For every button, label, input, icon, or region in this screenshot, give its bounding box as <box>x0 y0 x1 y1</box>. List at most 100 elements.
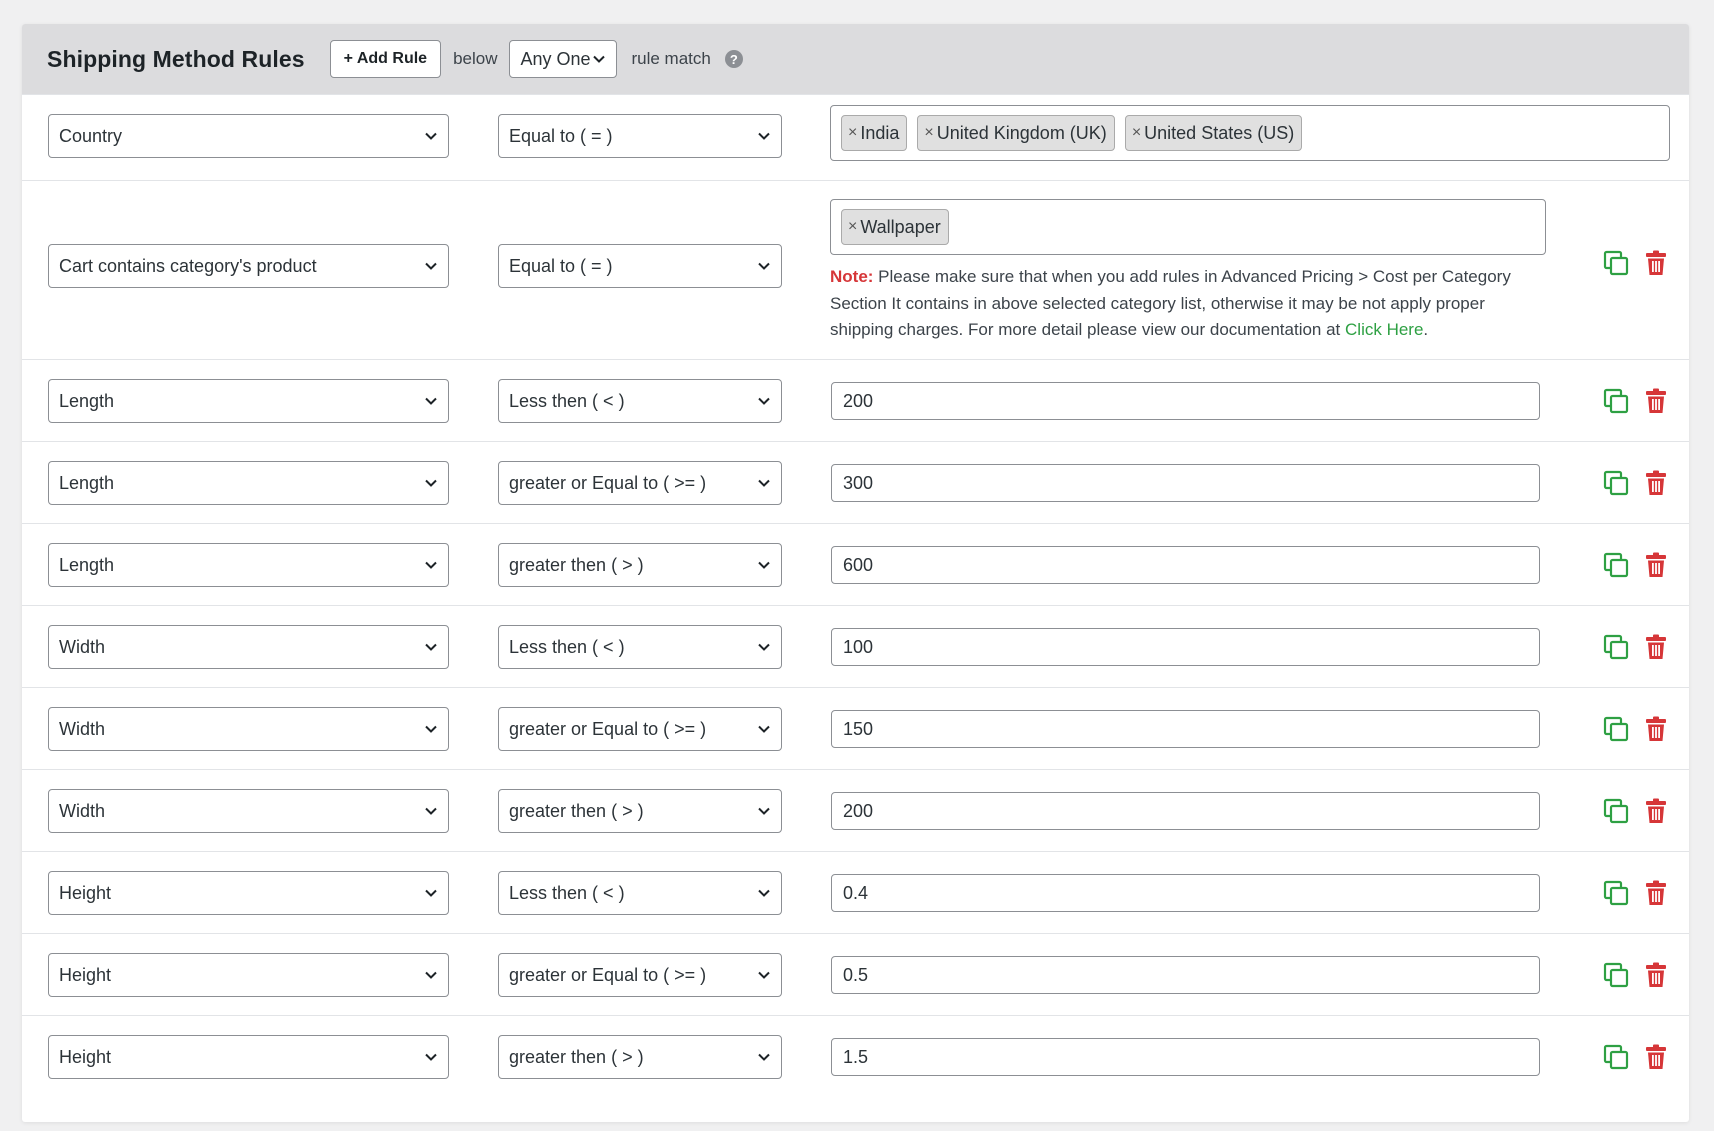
selected-tag: × United Kingdom (UK) <box>917 115 1115 151</box>
rule-value-input[interactable] <box>831 874 1540 912</box>
rule-operator-select[interactable]: Equal to ( = ) <box>498 244 782 288</box>
rule-operator-value: greater or Equal to ( >= ) <box>509 964 707 985</box>
rule-field-select[interactable]: Height <box>48 953 449 997</box>
rule-operator-select[interactable]: greater then ( > ) <box>498 1035 782 1079</box>
rule-value-input[interactable] <box>831 710 1540 748</box>
rule-field-value: Length <box>59 472 115 493</box>
rule-field-value: Height <box>59 1046 112 1067</box>
rule-value-input[interactable] <box>831 464 1540 502</box>
trash-icon[interactable] <box>1642 1043 1670 1071</box>
duplicate-icon[interactable] <box>1602 715 1630 743</box>
rule-operator-select[interactable]: Equal to ( = ) <box>498 114 782 158</box>
page-title: Shipping Method Rules <box>47 45 305 72</box>
rule-operator-select[interactable]: greater or Equal to ( >= ) <box>498 953 782 997</box>
rule-row: Length greater or Equal to ( >= ) <box>22 441 1689 523</box>
trash-icon[interactable] <box>1642 879 1670 907</box>
chevron-down-icon <box>758 262 770 270</box>
rule-row: Height greater then ( > ) <box>22 1015 1689 1097</box>
rule-value-input[interactable] <box>831 792 1540 830</box>
rule-operator-value: greater then ( > ) <box>509 1046 644 1067</box>
rule-field-select[interactable]: Width <box>48 789 449 833</box>
chevron-down-icon <box>758 397 770 405</box>
panel-header: Shipping Method Rules + Add Rule below A… <box>22 24 1689 94</box>
trash-icon[interactable] <box>1642 387 1670 415</box>
rule-field-value: Width <box>59 800 106 821</box>
rule-operator-select[interactable]: greater or Equal to ( >= ) <box>498 461 782 505</box>
multi-select-input[interactable]: × Wallpaper <box>830 199 1546 255</box>
chevron-down-icon <box>758 132 770 140</box>
chevron-down-icon <box>425 561 437 569</box>
chevron-down-icon <box>758 1053 770 1061</box>
rule-field-select[interactable]: Country <box>48 114 449 158</box>
duplicate-icon[interactable] <box>1602 387 1630 415</box>
rule-match-value: Any One <box>520 48 591 69</box>
multi-select-input[interactable]: × India × United Kingdom (UK) × United States… <box>830 105 1670 161</box>
rule-row: Height Less then ( < ) <box>22 851 1689 933</box>
rule-match-select[interactable]: Any One <box>509 40 618 78</box>
rule-operator-select[interactable]: Less then ( < ) <box>498 625 782 669</box>
remove-tag-icon[interactable]: × <box>848 124 857 142</box>
chevron-down-icon <box>425 397 437 405</box>
rule-value-input[interactable] <box>831 956 1540 994</box>
selected-tag: × Wallpaper <box>841 209 949 245</box>
duplicate-icon[interactable] <box>1602 879 1630 907</box>
duplicate-icon[interactable] <box>1602 797 1630 825</box>
rule-field-select[interactable]: Length <box>48 543 449 587</box>
trash-icon[interactable] <box>1642 469 1670 497</box>
trash-icon[interactable] <box>1642 249 1670 277</box>
rule-value-input[interactable] <box>831 1038 1540 1076</box>
rule-field-select[interactable]: Width <box>48 707 449 751</box>
rule-operator-select[interactable]: Less then ( < ) <box>498 871 782 915</box>
rule-field-select[interactable]: Cart contains category's product <box>48 244 449 288</box>
rule-field-select[interactable]: Width <box>48 625 449 669</box>
trash-icon[interactable] <box>1642 715 1670 743</box>
rule-field-value: Length <box>59 554 115 575</box>
rule-operator-select[interactable]: greater then ( > ) <box>498 543 782 587</box>
rule-value-input[interactable] <box>831 546 1540 584</box>
duplicate-icon[interactable] <box>1602 551 1630 579</box>
chevron-down-icon <box>593 55 606 63</box>
rule-field-select[interactable]: Height <box>48 1035 449 1079</box>
rule-field-select[interactable]: Length <box>48 461 449 505</box>
chevron-down-icon <box>425 807 437 815</box>
rule-operator-value: Equal to ( = ) <box>509 255 613 276</box>
trash-icon[interactable] <box>1642 551 1670 579</box>
trash-icon[interactable] <box>1642 797 1670 825</box>
trash-icon[interactable] <box>1642 633 1670 661</box>
remove-tag-icon[interactable]: × <box>1132 124 1141 142</box>
duplicate-icon[interactable] <box>1602 469 1630 497</box>
rule-value-input[interactable] <box>831 628 1540 666</box>
help-icon[interactable]: ? <box>724 50 743 68</box>
remove-tag-icon[interactable]: × <box>924 124 933 142</box>
chevron-down-icon <box>425 1053 437 1061</box>
tag-label: United States (US) <box>1144 122 1295 143</box>
chevron-down-icon <box>758 561 770 569</box>
shipping-rules-panel: Shipping Method Rules + Add Rule below A… <box>22 24 1689 1122</box>
rule-operator-value: greater then ( > ) <box>509 554 644 575</box>
duplicate-icon[interactable] <box>1602 1043 1630 1071</box>
documentation-link[interactable]: Click Here <box>1345 320 1423 339</box>
duplicate-icon[interactable] <box>1602 633 1630 661</box>
rule-row: Length greater then ( > ) <box>22 523 1689 605</box>
note-end: . <box>1423 320 1429 339</box>
rule-operator-select[interactable]: greater or Equal to ( >= ) <box>498 707 782 751</box>
rule-operator-value: greater then ( > ) <box>509 800 644 821</box>
rule-field-value: Height <box>59 882 112 903</box>
duplicate-icon[interactable] <box>1602 961 1630 989</box>
rule-operator-select[interactable]: greater then ( > ) <box>498 789 782 833</box>
rule-operator-value: Equal to ( = ) <box>509 125 613 146</box>
rule-field-value: Cart contains category's product <box>59 255 317 276</box>
rule-field-select[interactable]: Height <box>48 871 449 915</box>
rule-operator-select[interactable]: Less then ( < ) <box>498 379 782 423</box>
rule-field-value: Height <box>59 964 112 985</box>
rule-row: Width greater then ( > ) <box>22 769 1689 851</box>
chevron-down-icon <box>758 971 770 979</box>
duplicate-icon[interactable] <box>1602 249 1630 277</box>
rule-field-select[interactable]: Length <box>48 379 449 423</box>
remove-tag-icon[interactable]: × <box>848 218 857 236</box>
rule-operator-value: Less then ( < ) <box>509 882 625 903</box>
rule-row: Height greater or Equal to ( >= ) <box>22 933 1689 1015</box>
rule-value-input[interactable] <box>831 382 1540 420</box>
trash-icon[interactable] <box>1642 961 1670 989</box>
add-rule-button[interactable]: + Add Rule <box>329 40 442 78</box>
